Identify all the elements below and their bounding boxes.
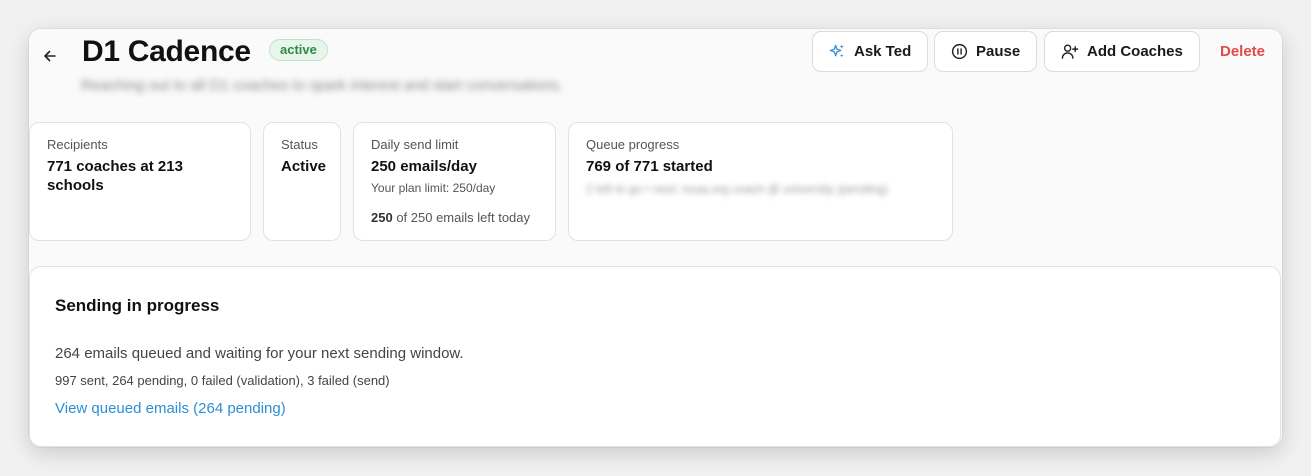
pause-label: Pause bbox=[976, 43, 1021, 60]
sending-progress-panel: Sending in progress 264 emails queued an… bbox=[29, 266, 1281, 447]
queue-message: 264 emails queued and waiting for your n… bbox=[55, 345, 464, 362]
sparkle-icon bbox=[829, 44, 844, 58]
back-button[interactable] bbox=[39, 45, 61, 67]
recipients-label: Recipients bbox=[47, 137, 108, 152]
user-plus-icon bbox=[1061, 44, 1079, 59]
emails-left-suffix: of 250 emails left today bbox=[392, 210, 531, 225]
daily-limit-card: Daily send limit 250 emails/day Your pla… bbox=[353, 122, 556, 241]
pause-circle-icon bbox=[951, 43, 968, 60]
queue-label: Queue progress bbox=[586, 137, 680, 152]
panel-heading: Sending in progress bbox=[55, 296, 220, 315]
daily-limit-label: Daily send limit bbox=[371, 137, 459, 152]
queue-detail: 2 left to go • next: ncaa.org coach @ un… bbox=[586, 182, 888, 196]
view-queued-emails-link[interactable]: View queued emails (264 pending) bbox=[55, 400, 286, 417]
pause-button[interactable]: Pause bbox=[934, 31, 1038, 72]
page-subtitle: Reaching out to all D1 coaches to spark … bbox=[81, 77, 563, 94]
status-label: Status bbox=[281, 137, 318, 152]
emails-left-count: 250 bbox=[371, 210, 393, 225]
recipients-card: Recipients 771 coaches at 213 schools bbox=[29, 122, 251, 241]
add-coaches-button[interactable]: Add Coaches bbox=[1044, 31, 1200, 72]
send-counts: 997 sent, 264 pending, 0 failed (validat… bbox=[55, 373, 390, 388]
arrow-left-icon bbox=[44, 50, 56, 62]
emails-left-text: 250 of 250 emails left today bbox=[371, 210, 538, 225]
queue-progress-card: Queue progress 769 of 771 started 2 left… bbox=[568, 122, 953, 241]
plan-limit-text: Your plan limit: 250/day bbox=[371, 181, 496, 195]
status-badge: active bbox=[269, 39, 328, 61]
recipients-value: 771 coaches at 213 schools bbox=[47, 158, 183, 194]
add-coaches-label: Add Coaches bbox=[1087, 43, 1183, 60]
ask-ted-button[interactable]: Ask Ted bbox=[812, 31, 929, 72]
page-title: D1 Cadence bbox=[82, 35, 251, 68]
campaign-window: D1 Cadence active Reaching out to all D1… bbox=[29, 29, 1282, 447]
status-card: Status Active bbox=[263, 122, 341, 241]
ask-ted-label: Ask Ted bbox=[854, 43, 912, 60]
queue-value: 769 of 771 started bbox=[586, 158, 713, 175]
delete-button[interactable]: Delete bbox=[1220, 43, 1265, 60]
daily-limit-value: 250 emails/day bbox=[371, 158, 477, 175]
status-value: Active bbox=[281, 158, 327, 175]
